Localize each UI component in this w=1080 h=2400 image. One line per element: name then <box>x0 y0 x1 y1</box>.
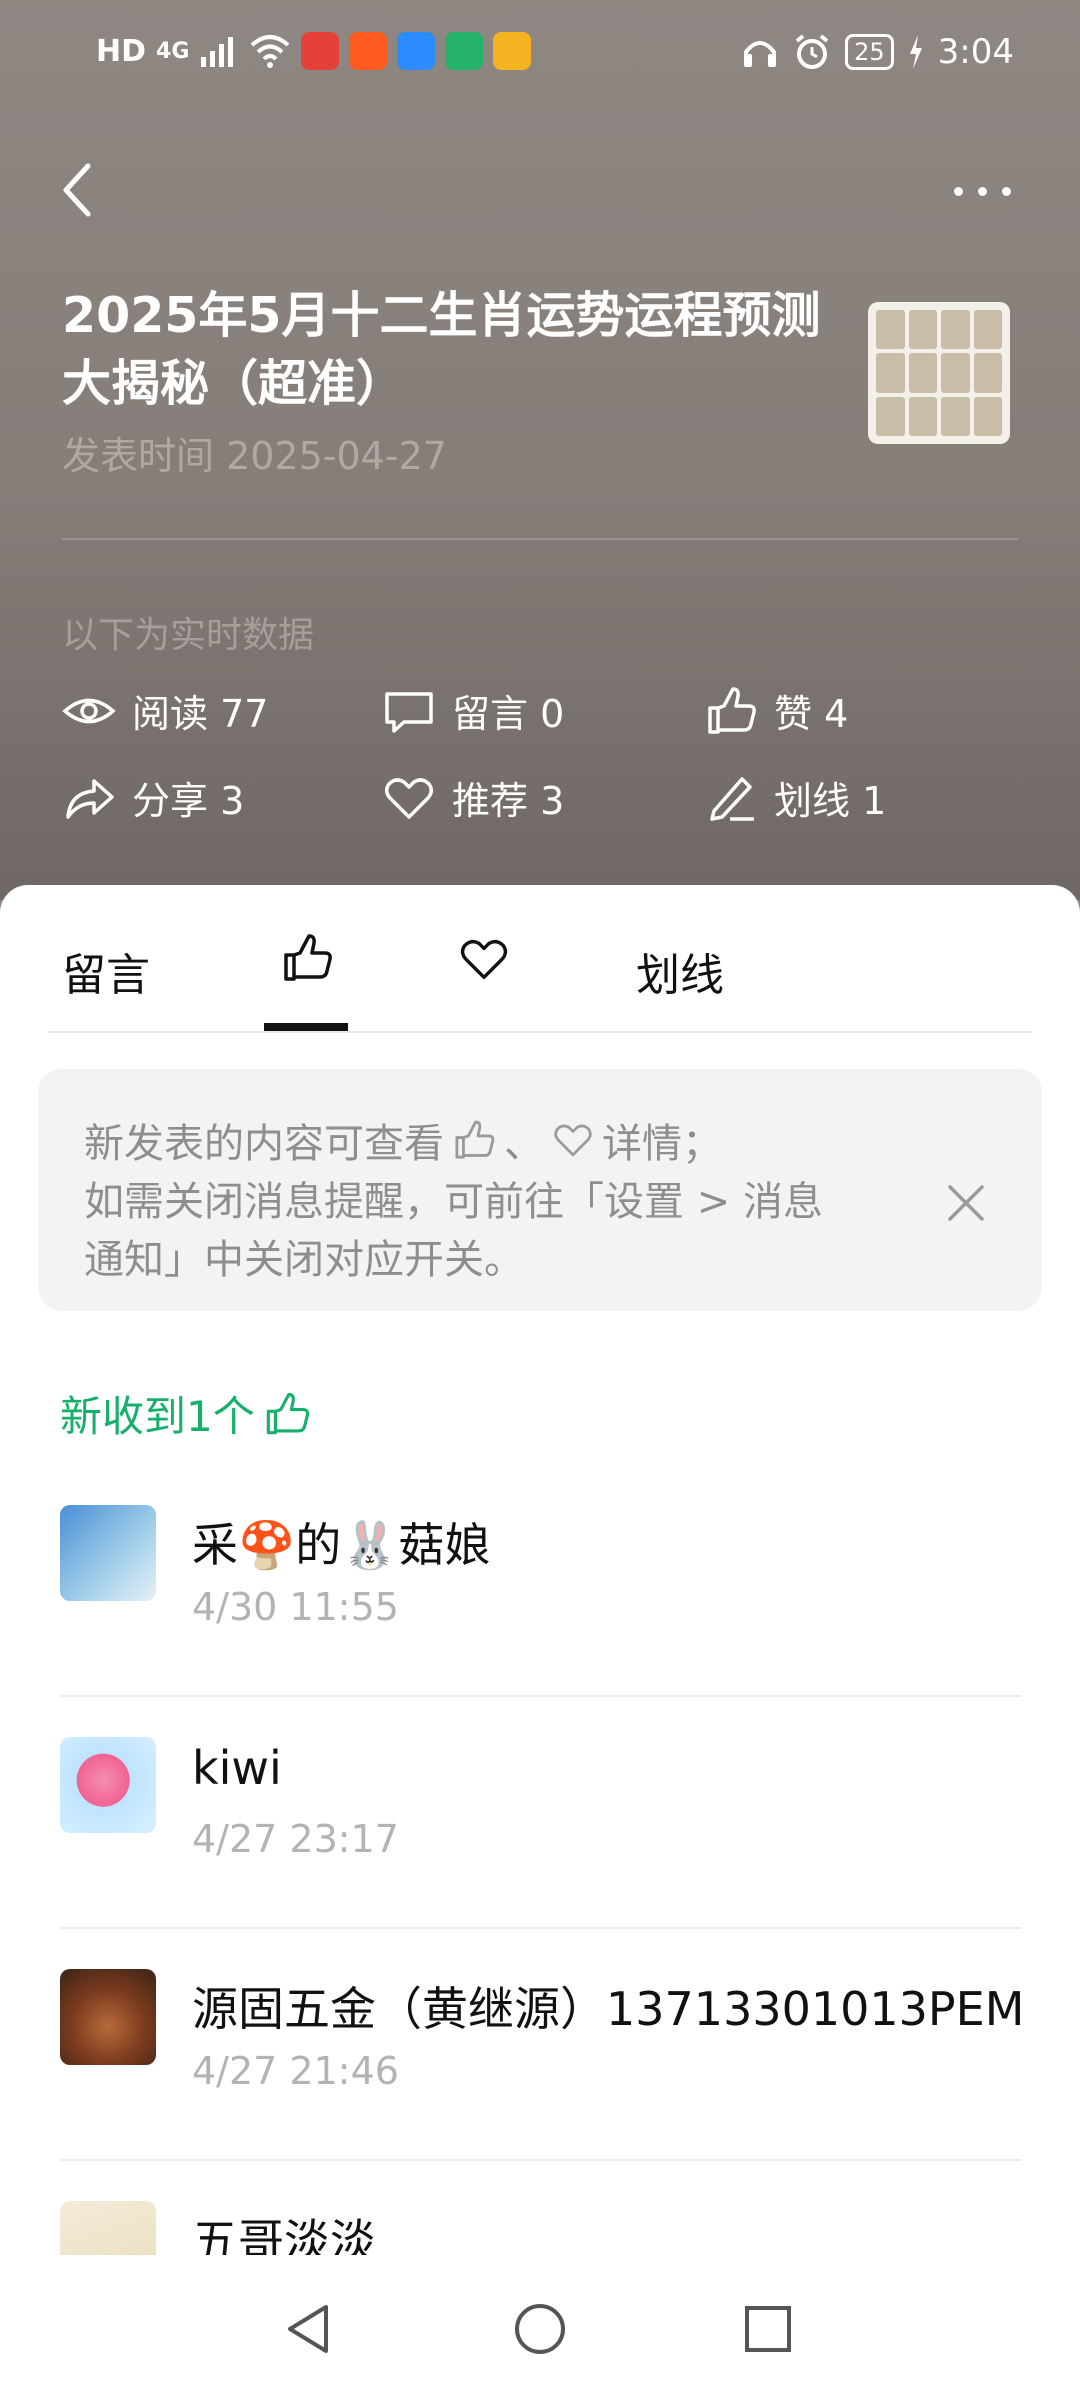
notice-text-c: 详情； <box>602 1121 722 1167</box>
avatar[interactable] <box>60 2201 156 2255</box>
notice-line-3: 通知」中关闭对应开关。 <box>84 1237 524 1283</box>
notice-text-a: 新发表的内容可查看 <box>84 1121 444 1167</box>
article-title: 2025年5月十二生肖运势运程预测大揭秘（超准） <box>62 287 821 412</box>
notice-banner: 新发表的内容可查看 、 详情； 如需关闭消息提醒，可前往「设置 > 消息 通知」… <box>38 1069 1042 1311</box>
stat-recommend-label: 推荐 3 <box>452 779 565 823</box>
list-item[interactable]: kiwi 4/27 23:17 <box>60 1697 1022 1929</box>
user-name: kiwi <box>192 1741 282 1795</box>
stat-underline[interactable]: 划线 1 <box>704 770 886 825</box>
comment-icon <box>385 691 433 733</box>
alarm-icon <box>795 34 829 69</box>
list-item[interactable]: 五哥淡淡 <box>60 2161 1022 2255</box>
stat-comment-label: 留言 0 <box>452 692 565 736</box>
battery-level: 25 <box>845 34 894 70</box>
shop-icon <box>349 32 388 70</box>
back-arrow-icon[interactable] <box>58 160 98 220</box>
avatar[interactable] <box>60 1969 156 2065</box>
tab-bar: 留言 划线 <box>48 885 1032 1033</box>
weibo-icon <box>493 32 532 70</box>
thumbs-up-icon <box>284 934 332 981</box>
thumbs-up-icon <box>455 1120 495 1159</box>
list-item[interactable]: 采🍄的🐰菇娘 4/30 11:55 <box>60 1465 1022 1697</box>
list-item[interactable]: 源固五金（黄继源）13713301013PEM 4/27 21:46 <box>60 1929 1025 2161</box>
realtime-label: 以下为实时数据 <box>62 615 315 656</box>
thumbs-up-icon <box>266 1392 309 1434</box>
new-likes-count: 新收到1个 <box>60 1383 311 1444</box>
new-likes-label: 新收到1个 <box>60 1392 255 1441</box>
like-time: 4/27 23:17 <box>192 1817 399 1861</box>
notice-text-b: 、 <box>504 1121 544 1167</box>
stat-read[interactable]: 阅读 77 <box>62 683 268 738</box>
stat-like-label: 赞 4 <box>774 692 849 736</box>
tab-likes[interactable] <box>280 931 334 996</box>
close-icon[interactable] <box>944 1181 988 1225</box>
publish-date: 发表时间 2025-04-27 <box>62 434 447 478</box>
notice-line-1: 新发表的内容可查看 、 详情； <box>84 1111 722 1169</box>
notice-line-2: 如需关闭消息提醒，可前往「设置 > 消息 <box>84 1179 823 1225</box>
clock: 3:04 <box>937 32 1014 72</box>
nav-home-icon[interactable] <box>512 2301 568 2357</box>
user-name: 五哥淡淡 <box>192 2214 376 2255</box>
chat-icon <box>445 32 484 70</box>
tab-recommends[interactable] <box>458 933 510 996</box>
article-thumbnail[interactable] <box>868 302 1010 444</box>
tab-underline[interactable]: 划线 <box>636 939 724 1003</box>
stat-recommend[interactable]: 推荐 3 <box>382 770 564 825</box>
heart-icon <box>460 939 508 979</box>
tab-comments[interactable]: 留言 <box>62 939 150 1003</box>
share-icon <box>66 778 114 819</box>
stat-share-label: 分享 3 <box>132 779 245 823</box>
avatar[interactable] <box>60 1505 156 1601</box>
more-options-icon[interactable] <box>954 184 1014 200</box>
heart-icon <box>385 777 433 819</box>
heart-icon <box>554 1124 592 1157</box>
like-time: 4/30 11:55 <box>192 1585 399 1629</box>
avatar[interactable] <box>60 1737 156 1833</box>
like-time: 4/27 21:46 <box>192 2049 399 2093</box>
thumbs-up-icon <box>708 686 756 734</box>
stat-read-label: 阅读 77 <box>132 692 269 736</box>
user-name: 源固五金（黄继源）13713301013PEM <box>192 1982 1025 2036</box>
signal-icon <box>201 37 234 67</box>
user-name: 采🍄的🐰菇娘 <box>192 1518 491 1572</box>
headphones-icon <box>744 41 777 67</box>
stat-like[interactable]: 赞 4 <box>704 683 848 738</box>
active-tab-indicator <box>264 1023 348 1031</box>
taobao-icon <box>301 32 340 70</box>
nav-back-icon[interactable] <box>282 2301 334 2357</box>
header-divider <box>62 538 1018 540</box>
nav-recents-icon[interactable] <box>742 2301 794 2357</box>
hd-indicator: HD <box>96 33 147 69</box>
network-type: 4G <box>156 38 190 64</box>
wifi-icon <box>251 35 290 68</box>
stat-underline-label: 划线 1 <box>774 779 887 823</box>
browser-icon <box>397 32 436 70</box>
pencil-icon <box>710 776 754 821</box>
interactions-sheet: 留言 划线 新发表的内容可查看 、 详情； 如需关闭消息提醒，可前往「设置 > <box>0 885 1080 2255</box>
stat-share[interactable]: 分享 3 <box>62 770 244 825</box>
eye-icon <box>62 698 116 723</box>
status-bar: HD 4G 25 3:04 <box>0 0 1080 110</box>
stat-comment[interactable]: 留言 0 <box>382 683 564 738</box>
article-header-area: HD 4G 25 3:04 2025年5月十二生肖运势运程预测大揭秘（超准） 发… <box>0 0 1080 900</box>
charging-icon <box>909 35 922 69</box>
system-navigation-bar <box>0 2255 1080 2400</box>
